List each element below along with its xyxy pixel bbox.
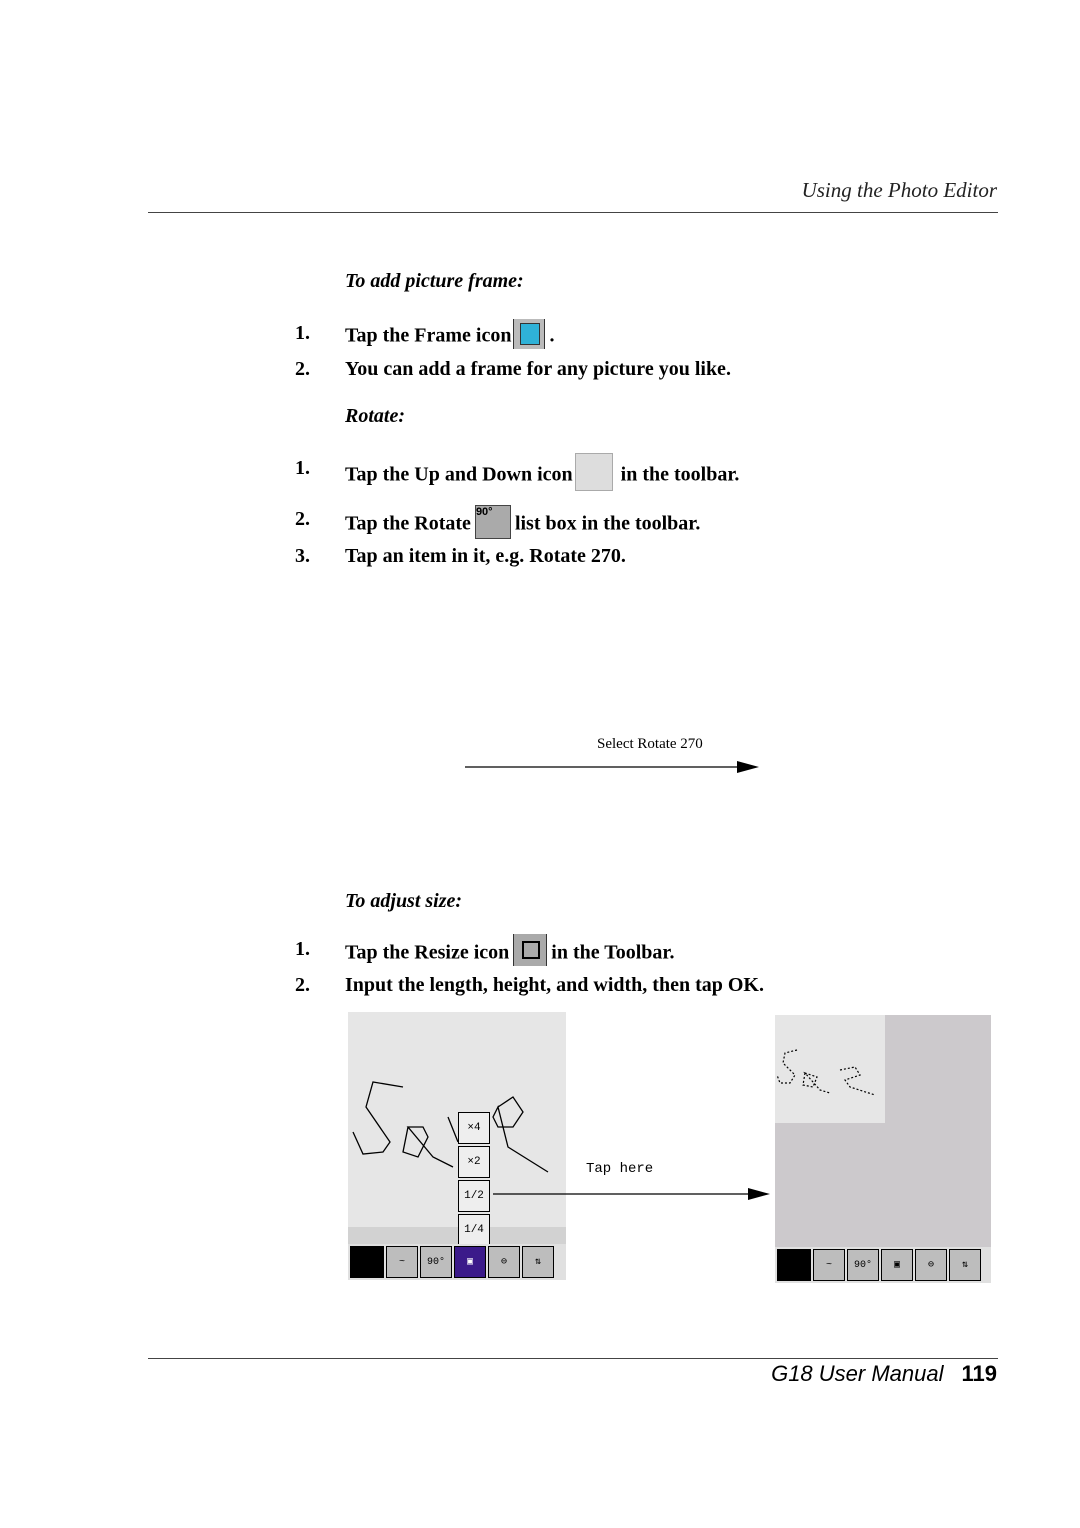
rotate-step-2: Tap the Rotate90°list box in the toolbar… [345,505,701,542]
after-screenshot: ~ 90° ▣ ⊖ ⇅ [775,1015,991,1283]
rotate-callout: Select Rotate 270 [597,736,703,752]
rotate-step-1: Tap the Up and Down icon in the toolbar. [345,453,740,495]
zoom-option-quarter[interactable]: 1/4 [458,1214,490,1246]
zoom-option-half[interactable]: 1/2 [458,1180,490,1212]
toolbar: ~ 90° ▣ ⊖ ⇅ [348,1244,566,1280]
step-text: . [549,324,555,347]
resized-image [775,1015,885,1123]
frame-step-2: You can add a frame for any picture you … [345,358,731,380]
step-text: in the toolbar. [620,463,740,486]
page-number: 119 [961,1361,998,1386]
zoom-option-x4[interactable]: ×4 [458,1112,490,1144]
step-text: Tap the Frame icon [345,324,512,347]
up-down-icon[interactable]: ⇅ [949,1249,981,1281]
up-down-icon[interactable]: ⇅ [522,1246,554,1278]
step-number: 1. [295,938,310,960]
frame-step-1: Tap the Frame icon. [345,319,555,352]
footer: G18 User Manual 119 [0,1361,997,1387]
rotate-icon[interactable]: 90° [420,1246,452,1278]
step-number: 2. [295,358,310,380]
color-swatch[interactable] [350,1246,384,1278]
step-text: Tap the Up and Down icon [345,463,573,486]
rotate-step-3: Tap an item in it, e.g. Rotate 270. [345,545,626,567]
color-swatch[interactable] [777,1249,811,1281]
frame-heading: To add picture frame: [345,270,524,292]
footer-rule [148,1358,998,1359]
zoom-out-icon[interactable]: ⊖ [915,1249,947,1281]
step-text: Tap the Resize icon [345,941,510,964]
resize-icon[interactable]: ▣ [881,1249,913,1281]
resize-step-1: Tap the Resize icon in the Toolbar. [345,934,675,970]
pen-icon[interactable]: ~ [813,1249,845,1281]
step-text: in the Toolbar. [551,941,675,964]
pen-icon[interactable]: ~ [386,1246,418,1278]
toolbar: ~ 90° ▣ ⊖ ⇅ [775,1247,991,1283]
resize-icon [513,934,548,966]
running-header: Using the Photo Editor [801,178,997,202]
step-number: 3. [295,545,310,567]
zoom-out-icon[interactable]: ⊖ [488,1246,520,1278]
header-rule [148,212,998,213]
step-number: 2. [295,508,310,530]
save-drawing-small [776,1049,876,1096]
resize-callout: Tap here [586,1161,654,1177]
step-number: 2. [295,974,310,996]
step-text: Tap the Rotate [345,512,471,535]
resize-arrow [493,1188,770,1200]
rotate-heading: Rotate: [345,405,405,427]
step-number: 1. [295,457,310,479]
zoom-option-x2[interactable]: ×2 [458,1146,490,1178]
before-screenshot: ×4 ×2 1/2 1/4 ~ 90° ▣ ⊖ ⇅ [348,1012,566,1280]
step-text: list box in the toolbar. [514,512,701,535]
frame-icon [513,319,546,349]
resize-heading: To adjust size: [345,890,463,912]
rotate-icon[interactable]: 90° [847,1249,879,1281]
resize-step-2: Input the length, height, and width, the… [345,974,764,996]
manual-name: G18 User Manual [771,1361,944,1386]
rotate-arrow [465,761,759,773]
up-down-icon [574,453,613,491]
resize-icon[interactable]: ▣ [454,1246,486,1278]
save-drawing [352,1081,549,1173]
step-number: 1. [295,322,310,344]
rotate-icon: 90° [474,505,511,539]
